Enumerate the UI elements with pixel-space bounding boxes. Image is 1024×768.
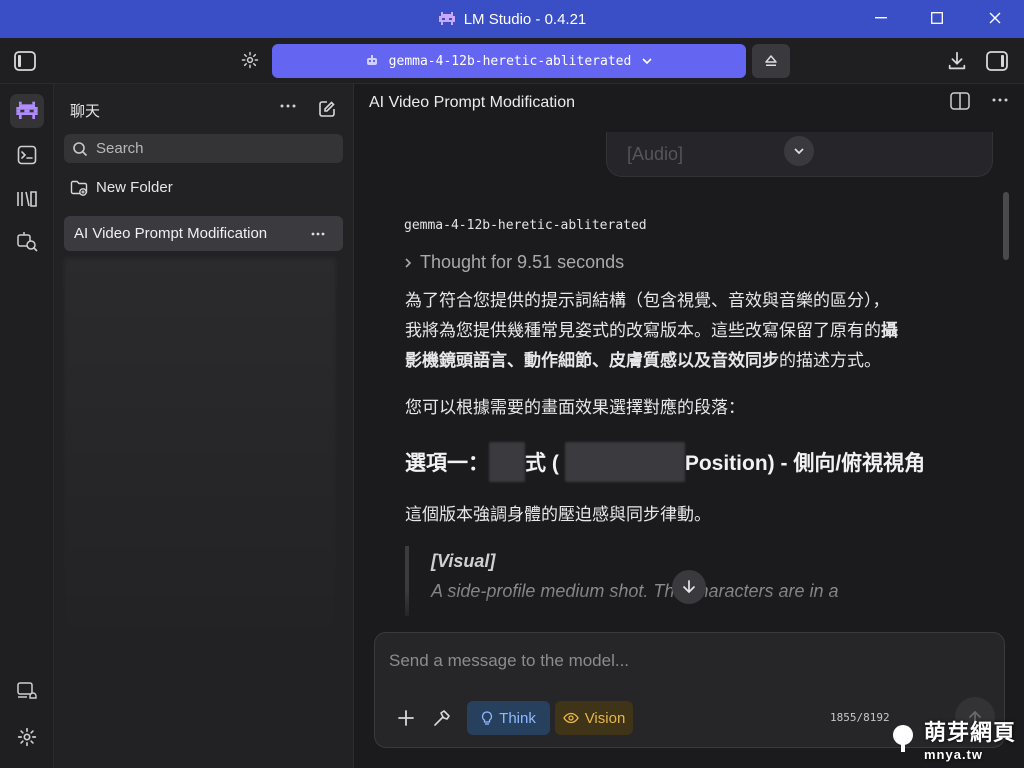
models-library-icon[interactable] (10, 182, 44, 216)
new-folder-button[interactable]: New Folder (70, 179, 173, 196)
redacted-text (489, 442, 525, 482)
blurred-chat-list (64, 258, 336, 630)
watermark-url: mnya.tw (923, 747, 983, 762)
developer-terminal-icon[interactable] (10, 138, 44, 172)
watermark-cn: 萌芽網頁 (923, 720, 1016, 745)
new-folder-label: New Folder (96, 179, 173, 196)
left-rail (0, 84, 54, 768)
para1-line2: 我將為您提供幾種常見姿式的改寫版本。這些改寫保留了原有的攝 (405, 316, 965, 346)
chat-sidebar: 聊天 Search New Folder AI Video Prompt Mod… (54, 84, 354, 768)
minimize-button[interactable] (852, 0, 910, 36)
search-input[interactable]: Search (64, 134, 343, 163)
token-count: 1855/8192 (830, 711, 890, 724)
window-title: LM Studio - 0.4.21 (438, 10, 587, 28)
chat-title: AI Video Prompt Modification (369, 94, 576, 111)
model-selector[interactable]: gemma-4-12b-heretic-abliterated (272, 44, 746, 78)
quote-title: [Visual] (431, 551, 496, 571)
search-icon (72, 141, 88, 157)
eject-icon (764, 54, 778, 68)
title-bar: LM Studio - 0.4.21 (0, 0, 1024, 38)
chevron-down-icon (641, 57, 653, 65)
tools-hammer-icon[interactable] (429, 705, 455, 731)
think-label: Think (499, 709, 536, 727)
para1-line1: 為了符合您提供的提示詞結構（包含視覺、音效與音樂的區分）， (405, 291, 890, 310)
redacted-text (564, 442, 685, 482)
more-options-icon[interactable] (280, 104, 296, 108)
tree-logo-icon (888, 724, 918, 754)
chat-item-more-icon[interactable] (311, 232, 325, 236)
previous-message-tail: [Audio] (627, 144, 684, 164)
heading-suffix: Position) - 側向/俯視視角 (684, 452, 926, 475)
watermark: 萌芽網頁 mnya.tw (888, 715, 1016, 762)
para1-line3: 影機鏡頭語言、動作細節、皮膚質感以及音效同步的描述方式。 (405, 346, 965, 376)
response-paragraph-3: 這個版本強調身體的壓迫感與同步律動。 (405, 505, 711, 524)
maximize-button[interactable] (908, 0, 966, 36)
settings-gear-icon[interactable] (241, 51, 259, 69)
think-toggle-button[interactable]: Think (467, 701, 550, 735)
toggle-sidebar-icon[interactable] (14, 51, 36, 71)
chevron-right-icon (404, 257, 412, 269)
scrollbar-thumb[interactable] (1003, 192, 1009, 260)
app-settings-gear-icon[interactable] (10, 720, 44, 754)
app-logo-icon (438, 12, 456, 26)
eye-icon (562, 712, 579, 724)
response-paragraph-1: 為了符合您提供的提示詞結構（包含視覺、音效與音樂的區分）， 我將為您提供幾種常見… (405, 286, 965, 376)
para1-line3-text: 的描述方式。 (779, 351, 881, 370)
message-input[interactable] (389, 647, 989, 675)
chat-list-item-active[interactable]: AI Video Prompt Modification (64, 216, 343, 251)
vision-label: Vision (584, 709, 626, 727)
para1-line2-text: 我將為您提供幾種常見姿式的改寫版本。這些改寫保留了原有的 (405, 321, 881, 340)
new-chat-edit-icon[interactable] (318, 100, 336, 118)
discover-search-icon[interactable] (10, 224, 44, 258)
arrow-down-icon (682, 579, 696, 595)
download-icon[interactable] (946, 50, 968, 72)
chat-item-label: AI Video Prompt Modification (74, 225, 268, 242)
model-name: gemma-4-12b-heretic-abliterated (388, 53, 632, 69)
option-heading: 選項一： 式 ( Position) - 側向/俯視視角 (405, 442, 925, 482)
sidebar-title: 聊天 (70, 103, 101, 120)
add-attachment-plus-icon[interactable] (393, 705, 419, 731)
response-paragraph-2: 您可以根據需要的畫面效果選擇對應的段落： (405, 398, 745, 417)
search-placeholder: Search (96, 140, 144, 157)
split-view-icon[interactable] (950, 92, 970, 110)
model-robot-icon (365, 55, 379, 67)
expand-message-button[interactable] (784, 136, 814, 166)
lightbulb-icon (481, 710, 493, 726)
eject-model-button[interactable] (752, 44, 790, 78)
heading-prefix: 選項一： (405, 452, 489, 475)
scroll-to-bottom-button[interactable] (672, 570, 706, 604)
toggle-right-panel-icon[interactable] (986, 51, 1008, 71)
thought-toggle[interactable]: Thought for 9.51 seconds (404, 252, 624, 273)
heading-mid: 式 ( (525, 452, 559, 475)
para1-line3-bold: 影機鏡頭語言、動作細節、皮膚質感以及音效同步 (405, 351, 779, 370)
thought-label: Thought for 9.51 seconds (420, 252, 625, 272)
response-model-label: gemma-4-12b-heretic-abliterated (404, 218, 647, 233)
folder-plus-icon (70, 180, 88, 196)
window-title-text: LM Studio - 0.4.21 (463, 10, 587, 28)
para1-line2-bold: 攝 (881, 321, 898, 340)
remote-connection-icon[interactable] (10, 674, 44, 708)
chat-more-icon[interactable] (992, 98, 1008, 102)
chat-main-area: AI Video Prompt Modification [Audio] gem… (354, 84, 1024, 768)
close-button[interactable] (966, 0, 1024, 36)
chat-nav-icon[interactable] (10, 94, 44, 128)
chevron-down-icon (793, 147, 805, 155)
vision-toggle-button[interactable]: Vision (555, 701, 633, 735)
